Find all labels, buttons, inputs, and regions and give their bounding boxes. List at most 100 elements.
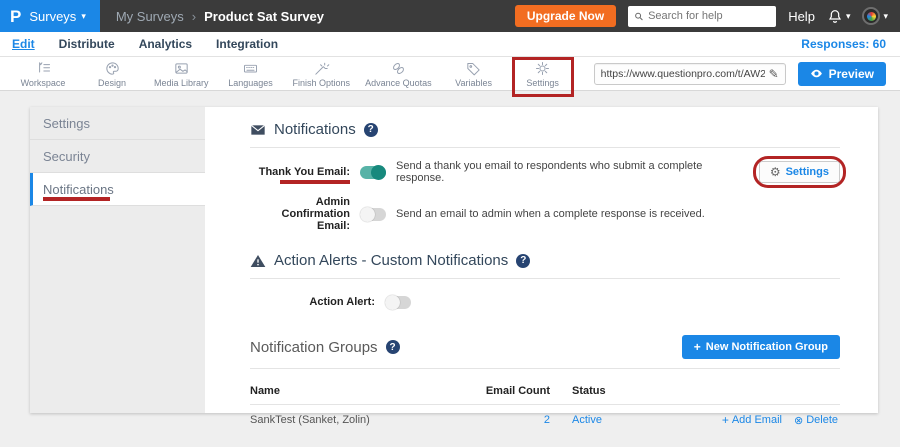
toolbar-item-finish-options[interactable]: Finish Options: [293, 60, 351, 88]
warning-triangle-icon: [250, 253, 266, 269]
topbar-right: Upgrade Now Help ▾ ▾: [515, 5, 900, 27]
toolbar-item-advance-quotas[interactable]: Advance Quotas: [365, 60, 432, 88]
action-alerts-section-header: Action Alerts - Custom Notifications ?: [250, 252, 840, 269]
keyboard-icon: [242, 60, 259, 77]
toolbar-right: ✎ Preview: [594, 62, 900, 86]
chevron-down-icon: ▾: [883, 11, 888, 22]
image-icon: [173, 60, 190, 77]
chevron-down-icon: ▾: [81, 11, 86, 22]
delete-circle-icon: ⊗: [794, 414, 803, 427]
add-email-button[interactable]: + Add Email: [722, 413, 782, 427]
gear-icon: [534, 60, 551, 77]
thank-you-email-label: Thank You Email:: [250, 166, 350, 178]
account-menu[interactable]: ▾: [862, 7, 888, 25]
column-header-status: Status: [550, 385, 660, 397]
section-title: Notifications: [274, 121, 356, 138]
gear-icon: ⚙: [770, 165, 781, 179]
surveys-menu[interactable]: Surveys ▾: [29, 9, 86, 24]
survey-url-field[interactable]: ✎: [594, 63, 786, 85]
search-input[interactable]: [648, 10, 770, 22]
toolbar-item-workspace[interactable]: Workspace: [16, 60, 70, 88]
new-notification-group-button[interactable]: + New Notification Group: [682, 335, 840, 359]
sidebar-item-notifications[interactable]: Notifications: [30, 173, 205, 206]
search-icon: [634, 11, 644, 22]
annotation-underline-thank-you: [280, 180, 350, 184]
notification-groups-table: Name Email Count Status SankTest (Sanket…: [250, 377, 840, 435]
notifications-panel: Notifications ? Thank You Email: Send a …: [205, 107, 878, 413]
column-header-name: Name: [250, 385, 460, 397]
help-icon[interactable]: ?: [386, 340, 400, 354]
thank-you-email-description: Send a thank you email to respondents wh…: [396, 160, 745, 184]
thank-you-email-toggle[interactable]: [360, 166, 386, 179]
status-link[interactable]: Active: [550, 414, 660, 426]
avatar: [862, 7, 880, 25]
toolbar-item-design[interactable]: Design: [85, 60, 139, 88]
plus-icon: +: [694, 340, 701, 354]
help-search[interactable]: [628, 6, 776, 27]
column-header-email-count: Email Count: [460, 385, 550, 397]
table-row: SankTest (Sanket, Zolin) 2 Active + Add …: [250, 405, 840, 435]
envelope-icon: [250, 122, 266, 138]
breadcrumb: My Surveys › Product Sat Survey: [116, 9, 324, 24]
email-count-link[interactable]: 2: [460, 414, 550, 426]
thank-you-email-row: Thank You Email: Send a thank you email …: [250, 160, 840, 184]
action-alert-toggle[interactable]: [385, 296, 411, 309]
sidebar-item-settings[interactable]: Settings: [30, 107, 205, 140]
toolbar-item-media-library[interactable]: Media Library: [154, 60, 209, 88]
page-title: Product Sat Survey: [204, 9, 324, 24]
group-name: SankTest (Sanket, Zolin): [250, 414, 460, 426]
tab-integration[interactable]: Integration: [216, 37, 278, 51]
notification-groups-header: Notification Groups ? + New Notification…: [250, 335, 840, 359]
admin-confirmation-description: Send an email to admin when a complete r…: [396, 208, 767, 220]
toolbar-item-languages[interactable]: Languages: [224, 60, 278, 88]
workspace-icon: [35, 60, 52, 77]
breadcrumb-separator: ›: [192, 9, 196, 24]
section-title: Action Alerts - Custom Notifications: [274, 252, 508, 269]
settings-sidebar: Settings Security Notifications: [30, 107, 205, 413]
tab-analytics[interactable]: Analytics: [139, 37, 192, 51]
palette-icon: [104, 60, 121, 77]
plus-icon: +: [722, 413, 729, 427]
notifications-section-header: Notifications ?: [250, 121, 840, 138]
topbar: P Surveys ▾ My Surveys › Product Sat Sur…: [0, 0, 900, 32]
preview-button[interactable]: Preview: [798, 62, 886, 86]
responses-count[interactable]: Responses: 60: [801, 37, 886, 51]
admin-confirmation-toggle[interactable]: [360, 208, 386, 221]
delete-button[interactable]: ⊗ Delete: [794, 413, 838, 427]
toolbar-item-variables[interactable]: Variables: [447, 60, 501, 88]
groups-title: Notification Groups: [250, 339, 378, 356]
divider: [250, 368, 840, 369]
tag-icon: [465, 60, 482, 77]
admin-confirmation-label: Admin Confirmation Email:: [250, 196, 350, 232]
survey-nav: Edit Distribute Analytics Integration Re…: [0, 32, 900, 57]
tab-distribute[interactable]: Distribute: [59, 37, 115, 51]
magic-wand-icon: [313, 60, 330, 77]
help-icon[interactable]: ?: [364, 123, 378, 137]
action-alert-row: Action Alert:: [250, 291, 840, 313]
thank-you-settings-button[interactable]: ⚙ Settings: [759, 161, 840, 183]
help-icon[interactable]: ?: [516, 254, 530, 268]
survey-url-input[interactable]: [601, 68, 765, 80]
edit-toolbar: Workspace Design Media Library Languages…: [0, 57, 900, 91]
breadcrumb-my-surveys[interactable]: My Surveys: [116, 9, 184, 24]
upgrade-now-button[interactable]: Upgrade Now: [515, 5, 616, 27]
divider: [250, 147, 840, 148]
help-link[interactable]: Help: [788, 9, 815, 24]
eye-icon: [810, 67, 823, 80]
surveys-menu-label: Surveys: [29, 9, 76, 24]
sidebar-item-security[interactable]: Security: [30, 140, 205, 173]
avatar-gauge-icon: [867, 12, 876, 21]
notifications-bell[interactable]: ▾: [827, 8, 851, 24]
questionpro-logo: P: [10, 8, 21, 25]
edit-pencil-icon[interactable]: ✎: [769, 67, 779, 81]
table-header-row: Name Email Count Status: [250, 377, 840, 405]
logo-area: P Surveys ▾: [0, 0, 100, 32]
chain-link-icon: [390, 60, 407, 77]
bell-icon: [827, 8, 843, 24]
row-actions: + Add Email ⊗ Delete: [660, 413, 840, 427]
tab-edit[interactable]: Edit: [12, 37, 35, 51]
toolbar-item-settings[interactable]: Settings: [516, 60, 570, 88]
divider: [250, 278, 840, 279]
chevron-down-icon: ▾: [846, 11, 851, 22]
settings-card: Settings Security Notifications Notifica…: [30, 107, 878, 413]
